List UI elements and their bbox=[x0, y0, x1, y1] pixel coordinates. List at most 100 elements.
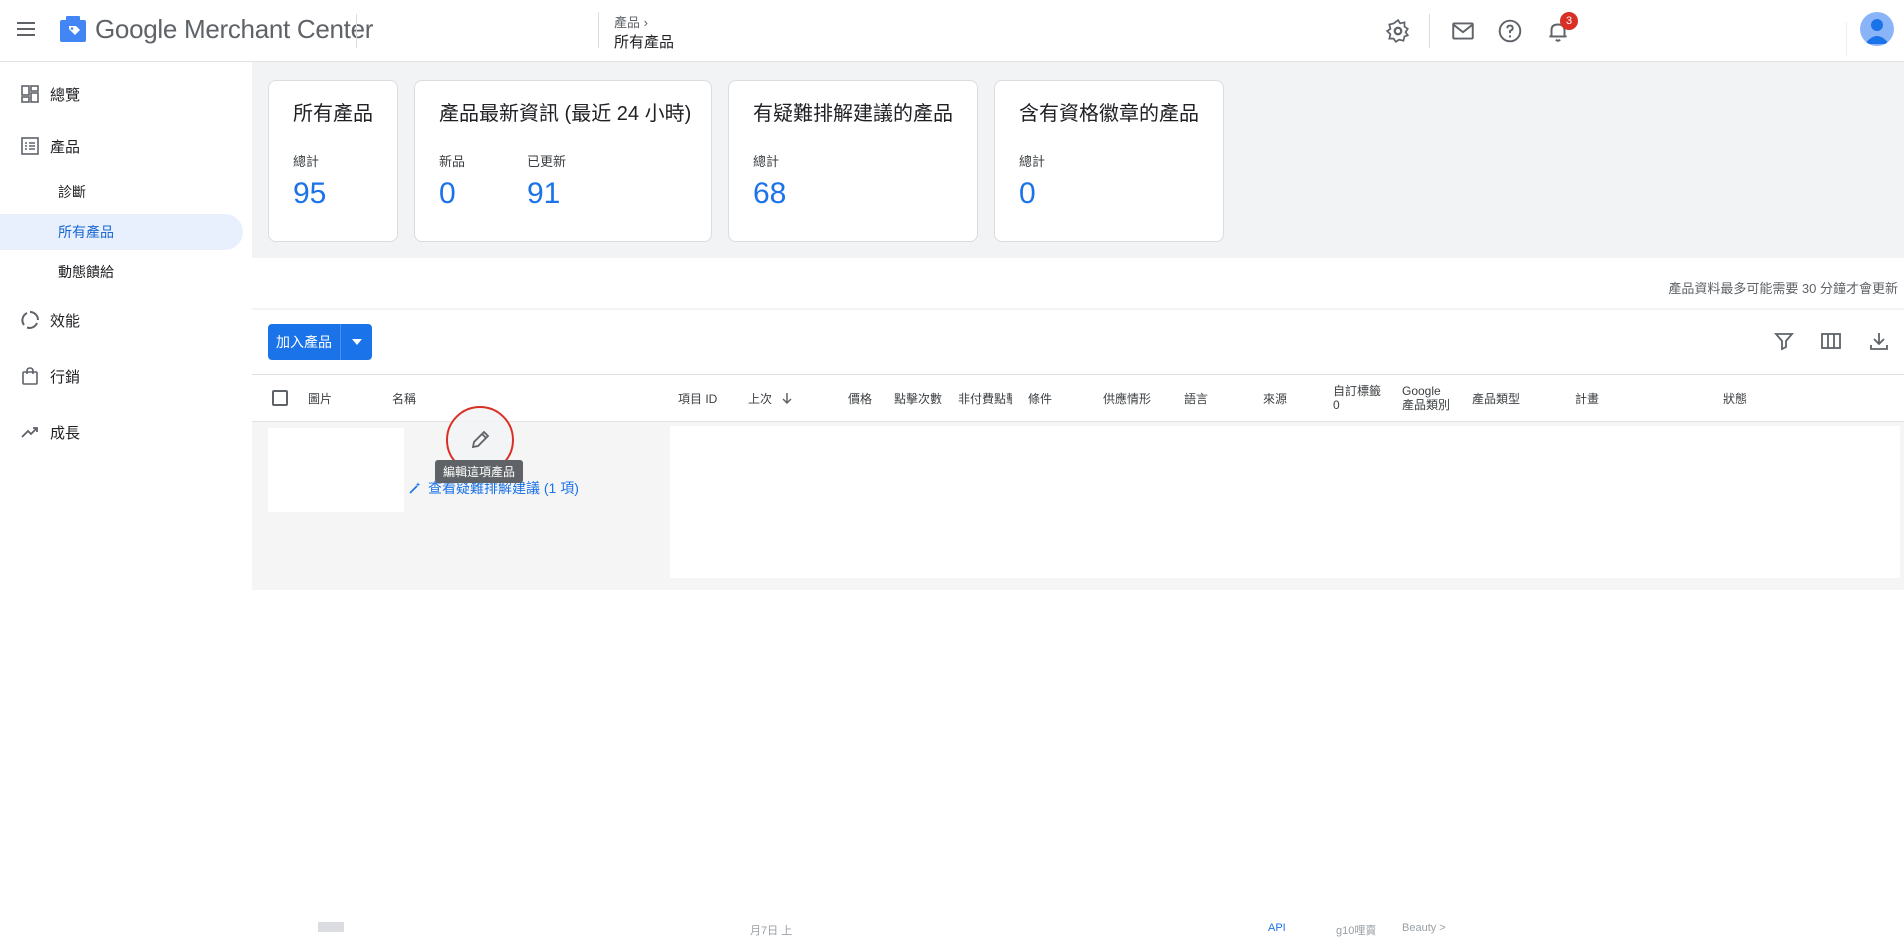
card-label-new: 新品 bbox=[439, 154, 466, 169]
column-price[interactable]: 價格 bbox=[848, 375, 872, 421]
sidebar-item-label: 所有產品 bbox=[58, 224, 114, 240]
column-label: 自訂標籤 bbox=[1333, 384, 1382, 398]
menu-icon[interactable] bbox=[14, 18, 38, 42]
column-custom-label[interactable]: 自訂標籤 0 bbox=[1333, 375, 1381, 421]
summary-card-troubleshooting[interactable]: 有疑難排解建議的產品 總計 68 bbox=[728, 80, 978, 242]
cell-google-category: Beauty > bbox=[1402, 922, 1446, 934]
sidebar-item-products[interactable]: 產品 bbox=[0, 128, 243, 164]
column-product-type[interactable]: 產品類型 bbox=[1472, 375, 1520, 421]
card-value: 95 bbox=[293, 177, 327, 210]
sidebar-item-growth[interactable]: 成長 bbox=[0, 414, 243, 450]
column-unpaid-clicks[interactable]: 非付費點擊 bbox=[958, 375, 1012, 421]
sidebar-item-label: 成長 bbox=[50, 424, 81, 442]
page-title: 所有產品 bbox=[614, 34, 675, 51]
notice-bar: 產品資料最多可能需要 30 分鐘才會更新 bbox=[252, 258, 1904, 308]
card-value-new: 0 bbox=[439, 177, 456, 210]
card-title: 含有資格徽章的產品 bbox=[1019, 103, 1199, 125]
card-label: 總計 bbox=[753, 154, 780, 169]
product-thumbnail bbox=[318, 922, 344, 932]
card-label-updated: 已更新 bbox=[527, 154, 567, 169]
column-label: 上次 bbox=[748, 391, 773, 406]
sidebar-item-label: 效能 bbox=[50, 312, 81, 330]
divider bbox=[356, 14, 357, 48]
card-title: 所有產品 bbox=[293, 103, 373, 125]
select-all-checkbox[interactable] bbox=[272, 390, 288, 406]
column-last-updated[interactable]: 上次 bbox=[748, 375, 794, 421]
account-avatar[interactable] bbox=[1860, 12, 1894, 46]
column-label: 產品類別 bbox=[1402, 398, 1451, 412]
sidebar-item-label: 產品 bbox=[50, 138, 81, 156]
products-table-panel: 加入產品 圖片 名稱 項目 ID 上次 價格 點擊次數 非付費點擊 條件 bbox=[252, 310, 1904, 937]
sidebar-item-overview[interactable]: 總覽 bbox=[0, 76, 243, 112]
summary-card-all-products[interactable]: 所有產品 總計 95 bbox=[268, 80, 398, 242]
sidebar-item-feeds[interactable]: 動態饋給 bbox=[0, 254, 243, 290]
divider bbox=[1846, 22, 1847, 56]
card-value: 68 bbox=[753, 177, 787, 210]
top-bar: Google Merchant Center 產品 › 所有產品 3 bbox=[0, 0, 1904, 62]
column-label: 0 bbox=[1333, 398, 1340, 412]
column-google-category[interactable]: Google 產品類別 bbox=[1402, 375, 1450, 421]
shopping-bag-icon bbox=[20, 366, 40, 386]
notification-count-badge: 3 bbox=[1560, 12, 1578, 30]
add-product-dropdown-icon[interactable] bbox=[340, 324, 372, 360]
trending-up-icon bbox=[20, 422, 40, 442]
cell-custom-label: g10哩賣 bbox=[1336, 925, 1377, 937]
card-label: 總計 bbox=[1019, 154, 1046, 169]
main-content: 所有產品 總計 95 產品最新資訊 (最近 24 小時) 新品 0 已更新 91… bbox=[252, 62, 1904, 937]
edit-product-tooltip: 編輯這項產品 bbox=[435, 460, 524, 483]
card-title: 有疑難排解建議的產品 bbox=[753, 103, 953, 125]
column-condition[interactable]: 條件 bbox=[1028, 375, 1052, 421]
add-product-button-group: 加入產品 bbox=[268, 324, 372, 360]
help-icon[interactable] bbox=[1497, 18, 1523, 44]
card-value: 0 bbox=[1019, 177, 1036, 210]
product-image bbox=[268, 428, 404, 512]
pencil-icon bbox=[471, 430, 490, 449]
mail-icon[interactable] bbox=[1450, 18, 1476, 44]
column-name[interactable]: 名稱 bbox=[392, 375, 416, 421]
breadcrumb[interactable]: 產品 › bbox=[614, 12, 648, 31]
summary-card-badges[interactable]: 含有資格徽章的產品 總計 0 bbox=[994, 80, 1224, 242]
divider bbox=[598, 12, 599, 48]
column-status[interactable]: 狀態 bbox=[1723, 375, 1747, 421]
sidebar-item-label: 診斷 bbox=[58, 184, 86, 200]
divider bbox=[252, 778, 1904, 779]
filter-icon[interactable] bbox=[1773, 330, 1795, 352]
card-title: 產品最新資訊 (最近 24 小時) bbox=[439, 103, 692, 125]
sidebar-item-diagnostics[interactable]: 診斷 bbox=[0, 174, 243, 210]
column-clicks[interactable]: 點擊次數 bbox=[894, 375, 942, 421]
brand-name: Google Merchant Center bbox=[95, 14, 374, 44]
cell-source: API bbox=[1268, 922, 1286, 934]
column-program[interactable]: 計畫 bbox=[1575, 375, 1599, 421]
row-cells bbox=[670, 426, 1900, 578]
column-language[interactable]: 語言 bbox=[1184, 375, 1208, 421]
settings-gear-icon[interactable] bbox=[1385, 18, 1411, 44]
sidebar-item-all-products[interactable]: 所有產品 bbox=[0, 214, 243, 250]
sidebar: 總覽 產品 診斷 所有產品 動態饋給 效能 行銷 成長 bbox=[0, 62, 252, 932]
cell-date: 月7日 上 bbox=[750, 925, 793, 937]
person-icon bbox=[1865, 19, 1889, 44]
sort-descending-icon bbox=[782, 393, 792, 405]
merchant-center-logo bbox=[60, 16, 86, 42]
add-product-button[interactable]: 加入產品 bbox=[268, 324, 340, 360]
column-item-id[interactable]: 項目 ID bbox=[678, 375, 717, 421]
sidebar-item-label: 行銷 bbox=[50, 368, 81, 386]
card-value-updated: 91 bbox=[527, 177, 561, 210]
sidebar-item-marketing[interactable]: 行銷 bbox=[0, 358, 243, 394]
update-delay-notice: 產品資料最多可能需要 30 分鐘才會更新 bbox=[1668, 281, 1898, 296]
divider bbox=[1429, 14, 1430, 48]
sidebar-item-label: 總覽 bbox=[50, 86, 81, 104]
performance-circle-icon bbox=[20, 310, 40, 330]
dashboard-icon bbox=[20, 84, 40, 104]
download-icon[interactable] bbox=[1868, 330, 1890, 352]
columns-icon[interactable] bbox=[1820, 330, 1842, 352]
magic-wand-icon bbox=[409, 482, 421, 494]
summary-card-product-updates[interactable]: 產品最新資訊 (最近 24 小時) 新品 0 已更新 91 bbox=[414, 80, 712, 242]
card-label: 總計 bbox=[293, 154, 320, 169]
column-availability[interactable]: 供應情形 bbox=[1103, 375, 1151, 421]
column-label: Google bbox=[1402, 384, 1441, 398]
sidebar-item-performance[interactable]: 效能 bbox=[0, 302, 243, 338]
list-icon bbox=[20, 136, 40, 156]
column-image[interactable]: 圖片 bbox=[308, 375, 332, 421]
sidebar-item-label: 動態饋給 bbox=[58, 264, 114, 280]
column-source[interactable]: 來源 bbox=[1263, 375, 1287, 421]
